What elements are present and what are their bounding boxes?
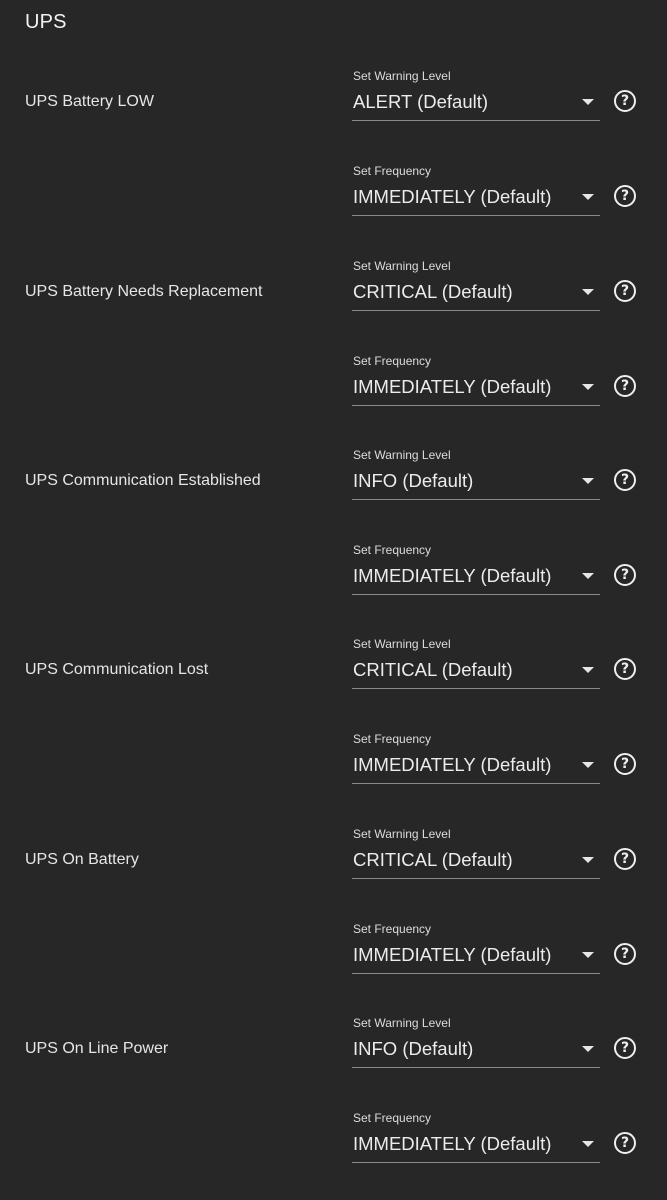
- warning-level-select[interactable]: ALERT (Default): [352, 86, 600, 121]
- warning-level-field: Set Warning Level INFO (Default) ?: [352, 1013, 642, 1073]
- setting-group-battery-replacement: UPS Battery Needs Replacement Set Warnin…: [0, 190, 667, 406]
- field-caption: Set Warning Level: [353, 827, 451, 841]
- setting-label: UPS Communication Lost: [25, 661, 209, 678]
- select-value: INFO (Default): [353, 1038, 474, 1059]
- field-caption: Set Frequency: [353, 354, 432, 368]
- field-caption: Set Frequency: [353, 1111, 432, 1125]
- select-value: CRITICAL (Default): [353, 659, 513, 680]
- help-icon[interactable]: ?: [614, 848, 636, 870]
- select-value: IMMEDIATELY (Default): [353, 1133, 552, 1154]
- field-caption: Set Warning Level: [353, 1016, 451, 1030]
- field-caption: Set Frequency: [353, 164, 432, 178]
- dropdown-caret-icon: [582, 1141, 594, 1147]
- select-value: CRITICAL (Default): [353, 849, 513, 870]
- setting-group-battery-low: UPS Battery LOW Set Warning Level ALERT …: [0, 0, 667, 216]
- dropdown-caret-icon: [582, 478, 594, 484]
- warning-level-select[interactable]: INFO (Default): [352, 465, 600, 500]
- warning-level-select[interactable]: INFO (Default): [352, 1033, 600, 1068]
- dropdown-caret-icon: [582, 667, 594, 673]
- frequency-field: Set Frequency IMMEDIATELY (Default) ?: [352, 1108, 642, 1168]
- help-icon[interactable]: ?: [614, 280, 636, 302]
- select-value: CRITICAL (Default): [353, 281, 513, 302]
- warning-level-field: Set Warning Level CRITICAL (Default) ?: [352, 634, 642, 694]
- warning-level-field: Set Warning Level ALERT (Default) ?: [352, 66, 642, 126]
- setting-group-on-line-power: UPS On Line Power Set Warning Level INFO…: [0, 947, 667, 1163]
- dropdown-caret-icon: [582, 99, 594, 105]
- frequency-select[interactable]: IMMEDIATELY (Default): [352, 1128, 600, 1163]
- help-icon[interactable]: ?: [614, 469, 636, 491]
- setting-label: UPS Battery Needs Replacement: [25, 283, 263, 300]
- select-value: INFO (Default): [353, 470, 474, 491]
- field-caption: Set Frequency: [353, 543, 432, 557]
- setting-label: UPS Battery LOW: [25, 93, 154, 110]
- warning-level-select[interactable]: CRITICAL (Default): [352, 654, 600, 689]
- field-caption: Set Warning Level: [353, 69, 451, 83]
- setting-group-communication-lost: UPS Communication Lost Set Warning Level…: [0, 568, 667, 784]
- setting-group-on-battery: UPS On Battery Set Warning Level CRITICA…: [0, 758, 667, 974]
- warning-level-field: Set Warning Level CRITICAL (Default) ?: [352, 256, 642, 316]
- field-caption: Set Frequency: [353, 922, 432, 936]
- help-icon[interactable]: ?: [614, 1132, 636, 1154]
- dropdown-caret-icon: [582, 289, 594, 295]
- field-caption: Set Warning Level: [353, 448, 451, 462]
- setting-label: UPS On Battery: [25, 851, 139, 868]
- setting-group-communication-established: UPS Communication Established Set Warnin…: [0, 379, 667, 595]
- field-caption: Set Warning Level: [353, 259, 451, 273]
- help-icon[interactable]: ?: [614, 1037, 636, 1059]
- dropdown-caret-icon: [582, 857, 594, 863]
- help-icon[interactable]: ?: [614, 90, 636, 112]
- help-icon[interactable]: ?: [614, 658, 636, 680]
- warning-level-select[interactable]: CRITICAL (Default): [352, 844, 600, 879]
- warning-level-select[interactable]: CRITICAL (Default): [352, 276, 600, 311]
- setting-label: UPS Communication Established: [25, 472, 261, 489]
- dropdown-caret-icon: [582, 1046, 594, 1052]
- field-caption: Set Frequency: [353, 732, 432, 746]
- field-caption: Set Warning Level: [353, 637, 451, 651]
- warning-level-field: Set Warning Level CRITICAL (Default) ?: [352, 824, 642, 884]
- setting-label: UPS On Line Power: [25, 1040, 169, 1057]
- select-value: ALERT (Default): [353, 91, 489, 112]
- warning-level-field: Set Warning Level INFO (Default) ?: [352, 445, 642, 505]
